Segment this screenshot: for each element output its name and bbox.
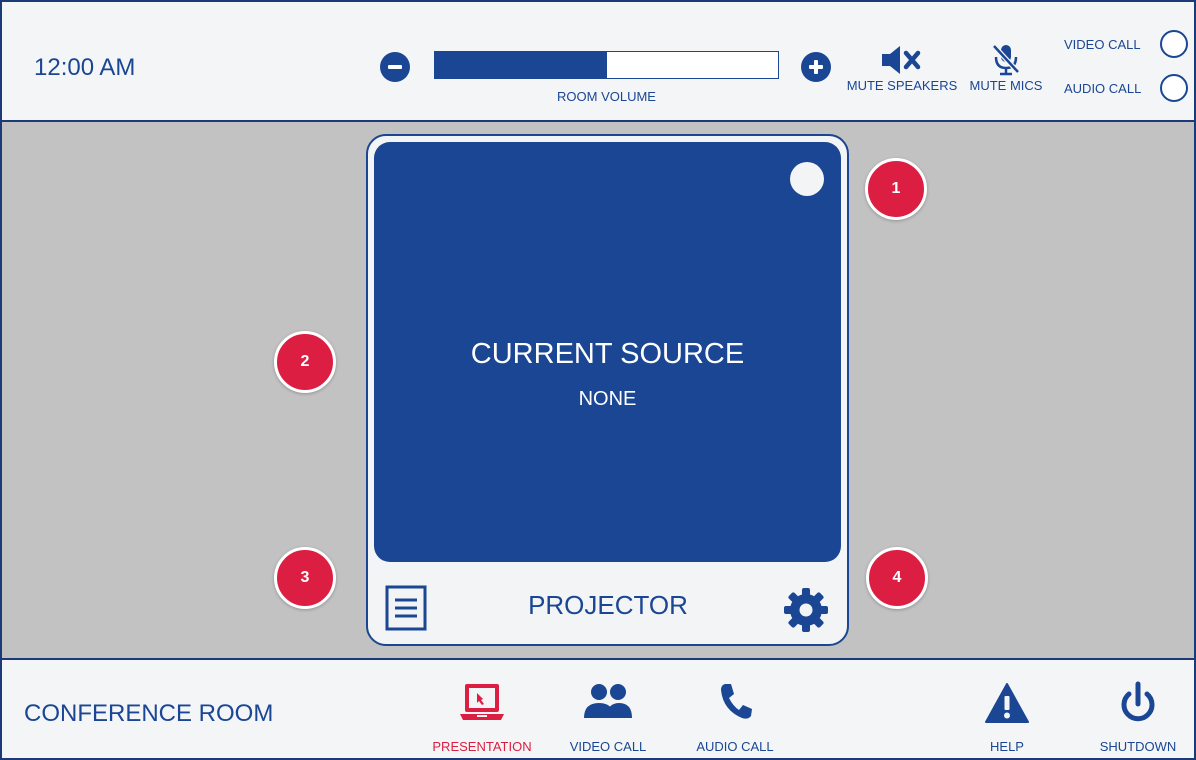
nav-help-label: HELP [990, 739, 1024, 754]
room-name: CONFERENCE ROOM [24, 700, 274, 727]
display-name: PROJECTOR [528, 590, 688, 620]
audio-call-toggle-indicator [1160, 74, 1188, 102]
callout-badge-2: 2 [274, 331, 336, 393]
mic-mute-icon [992, 44, 1020, 76]
nav-video-call-button[interactable]: VIDEO CALL [548, 678, 668, 754]
callout-badge-3: 3 [274, 547, 336, 609]
current-source-display[interactable]: CURRENT SOURCE NONE [374, 142, 841, 562]
room-volume-slider[interactable] [434, 51, 779, 79]
speaker-mute-icon [882, 46, 921, 74]
clock: 12:00 AM [34, 54, 136, 81]
callout-badge-1: 1 [865, 158, 927, 220]
mute-mics-label: MUTE MICS [969, 78, 1043, 93]
laptop-icon [460, 684, 504, 720]
video-call-toggle-indicator [1160, 30, 1188, 58]
header-bar: 12:00 AM ROOM VOLUME MUTE SPEAKERS MUTE … [2, 2, 1194, 122]
nav-video-call-label: VIDEO CALL [569, 739, 647, 754]
phone-icon [721, 684, 752, 719]
main-area: CURRENT SOURCE NONE PROJECTOR 1 2 3 4 [2, 122, 1194, 658]
display-status-dot[interactable] [790, 162, 824, 196]
audio-call-toggle[interactable]: AUDIO CALL [1060, 74, 1194, 102]
mute-speakers-label: MUTE SPEAKERS [846, 78, 958, 93]
mute-mics-button[interactable]: MUTE MICS [962, 42, 1050, 93]
audio-call-toggle-label: AUDIO CALL [1064, 81, 1142, 96]
projector-card: CURRENT SOURCE NONE PROJECTOR [366, 134, 849, 646]
current-source-title: CURRENT SOURCE [470, 338, 745, 370]
people-icon [584, 684, 632, 718]
nav-help-button[interactable]: HELP [962, 678, 1052, 754]
nav-shutdown-button[interactable]: SHUTDOWN [1082, 678, 1194, 754]
current-source-value: NONE [578, 388, 637, 410]
nav-audio-call-button[interactable]: AUDIO CALL [674, 678, 796, 754]
callout-badge-4: 4 [866, 547, 928, 609]
volume-level-fill [435, 52, 607, 78]
list-icon[interactable] [384, 585, 434, 631]
video-call-toggle[interactable]: VIDEO CALL [1060, 30, 1194, 58]
footer-bar: CONFERENCE ROOM PRESENTATION VIDEO CALL [2, 658, 1194, 758]
nav-shutdown-label: SHUTDOWN [1099, 739, 1177, 754]
video-call-toggle-label: VIDEO CALL [1064, 37, 1141, 52]
mute-speakers-button[interactable]: MUTE SPEAKERS [842, 42, 962, 93]
power-icon [1121, 681, 1155, 722]
warning-icon [985, 683, 1029, 723]
volume-up-button[interactable] [801, 52, 831, 82]
nav-presentation-label: PRESENTATION [432, 739, 532, 754]
volume-down-button[interactable] [380, 52, 410, 82]
nav-audio-call-label: AUDIO CALL [696, 739, 774, 754]
touch-panel-frame: 12:00 AM ROOM VOLUME MUTE SPEAKERS MUTE … [0, 0, 1196, 760]
nav-presentation-button[interactable]: PRESENTATION [422, 678, 542, 754]
gear-icon[interactable] [782, 586, 830, 634]
room-volume-label: ROOM VOLUME [557, 89, 656, 104]
